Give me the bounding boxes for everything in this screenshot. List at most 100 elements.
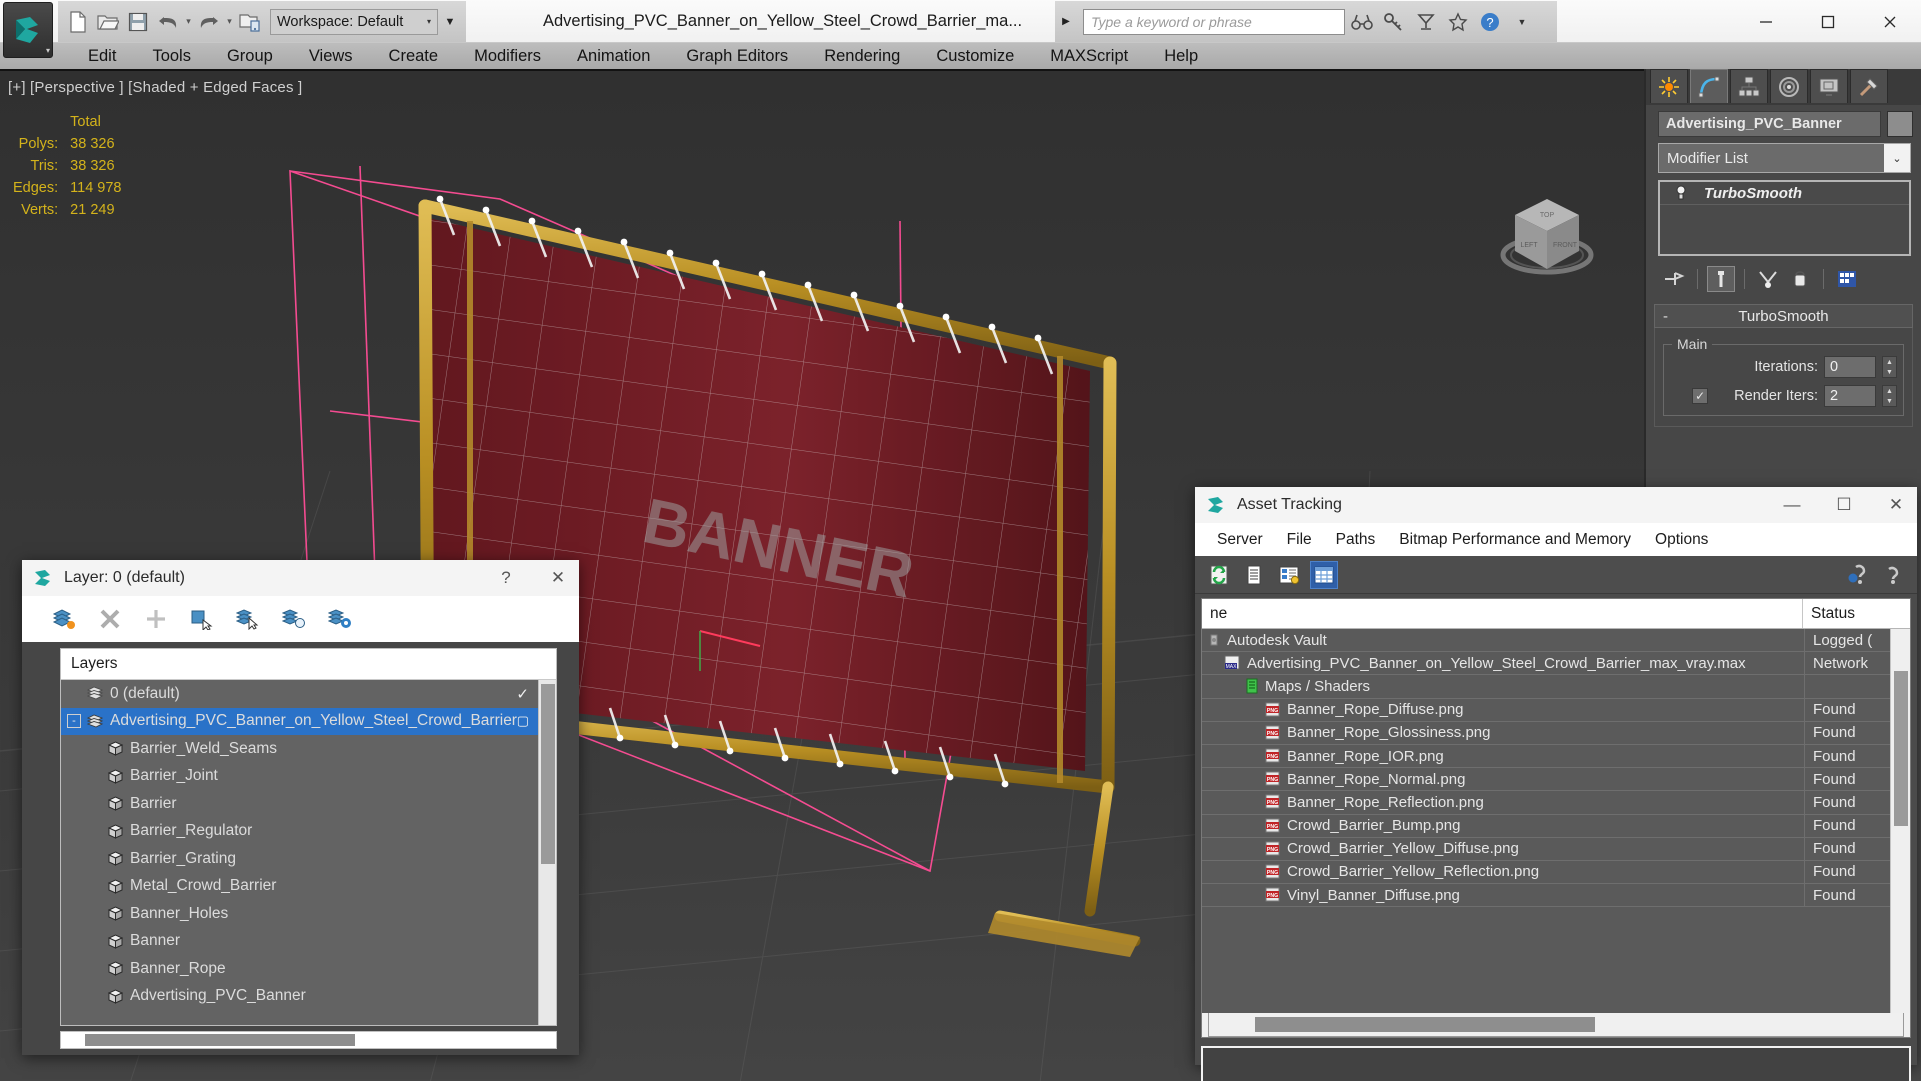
menu-tools[interactable]: Tools <box>134 45 209 68</box>
asset-table[interactable]: ne Status Autodesk Vault Logged (MAX Ad… <box>1201 598 1911 1038</box>
menu-graph-editors[interactable]: Graph Editors <box>668 45 806 68</box>
table-row[interactable]: PNG Banner_Rope_Glossiness.png Found <box>1202 721 1890 745</box>
grid-view-icon[interactable] <box>1310 560 1338 589</box>
pin-stack-icon[interactable] <box>1660 266 1688 292</box>
utilities-tab[interactable] <box>1850 69 1888 103</box>
menu-help[interactable]: Help <box>1146 45 1216 68</box>
list-item[interactable]: Barrier_Weld_Seams <box>61 735 538 763</box>
highlight-selected-objects-icon[interactable] <box>280 605 308 633</box>
table-row[interactable]: PNG Banner_Rope_IOR.png Found <box>1202 744 1890 769</box>
layer-dialog-titlebar[interactable]: Layer: 0 (default) ? ✕ <box>22 560 579 596</box>
binoculars-icon[interactable] <box>1347 6 1377 38</box>
object-name-field[interactable]: Advertising_PVC_Banner <box>1658 111 1881 137</box>
table-row[interactable]: Autodesk Vault Logged ( <box>1202 629 1890 653</box>
viewcube[interactable]: TOP LEFT FRONT <box>1492 183 1602 283</box>
iterations-input[interactable]: 0 <box>1824 356 1876 378</box>
delete-layer-icon[interactable] <box>96 605 124 633</box>
render-iters-spinner[interactable]: ▲ ▼ <box>1882 385 1897 407</box>
list-item[interactable]: 0 (default) ✓ <box>61 680 538 708</box>
scrollbar-thumb[interactable] <box>1255 1017 1595 1032</box>
menu-modifiers[interactable]: Modifiers <box>456 45 559 68</box>
menu-group[interactable]: Group <box>209 45 291 68</box>
layer-dialog[interactable]: Layer: 0 (default) ? ✕ Layers 0 (default… <box>22 560 579 1055</box>
satellite-dish-icon[interactable] <box>1411 6 1441 38</box>
scrollbar-thumb[interactable] <box>1894 671 1908 826</box>
column-header-name[interactable]: ne <box>1202 599 1802 628</box>
close-button[interactable]: ✕ <box>1875 487 1917 523</box>
minimize-button[interactable]: — <box>1771 487 1813 523</box>
help-globe-icon[interactable] <box>1844 561 1872 589</box>
minimize-button[interactable] <box>1735 0 1797 43</box>
table-row[interactable]: PNG Banner_Rope_Normal.png Found <box>1202 768 1890 792</box>
asset-vertical-scrollbar[interactable] <box>1890 629 1910 1013</box>
help-button[interactable]: ? <box>485 560 527 596</box>
list-item[interactable]: Banner_Holes <box>61 900 538 928</box>
layer-horizontal-scrollbar[interactable] <box>60 1031 557 1049</box>
layer-vertical-scrollbar[interactable] <box>538 680 556 1025</box>
help-icon[interactable]: ? <box>1475 6 1505 38</box>
list-item[interactable]: Advertising_PVC_Banner <box>61 983 538 1011</box>
redo-dropdown-arrow[interactable]: ▾ <box>225 7 234 37</box>
asset-menu-bitmap-performance[interactable]: Bitmap Performance and Memory <box>1387 528 1643 552</box>
menu-create[interactable]: Create <box>371 45 457 68</box>
table-row[interactable]: PNG Banner_Rope_Reflection.png Found <box>1202 791 1890 815</box>
modifier-list-dropdown[interactable]: Modifier List ⌄ <box>1658 143 1911 173</box>
render-iters-input[interactable]: 2 <box>1824 385 1876 407</box>
maximize-button[interactable] <box>1797 0 1859 43</box>
modifier-stack[interactable]: TurboSmooth <box>1658 180 1911 256</box>
asset-menu-options[interactable]: Options <box>1643 528 1720 552</box>
close-button[interactable]: ✕ <box>537 560 579 596</box>
undo-icon[interactable] <box>154 7 182 37</box>
layer-toggle-box[interactable]: ▢ <box>517 713 529 729</box>
title-expand-arrow[interactable]: ▶ <box>1055 1 1077 42</box>
list-item[interactable]: Barrier_Grating <box>61 845 538 873</box>
list-item[interactable]: Barrier_Regulator <box>61 818 538 846</box>
layer-list[interactable]: Layers 0 (default) ✓ - Advertising_PVC_B… <box>60 648 557 1026</box>
application-menu-button[interactable]: ▾ <box>3 2 53 58</box>
layer-column-header[interactable]: Layers <box>61 649 556 680</box>
save-file-icon[interactable] <box>124 7 152 37</box>
list-item[interactable]: - Advertising_PVC_Banner_on_Yellow_Steel… <box>61 707 538 735</box>
asset-menu-paths[interactable]: Paths <box>1324 528 1388 552</box>
object-color-swatch[interactable] <box>1887 111 1913 137</box>
help-question-icon[interactable] <box>1879 561 1907 589</box>
rollout-header[interactable]: - TurboSmooth <box>1654 304 1913 328</box>
list-item[interactable]: Barrier <box>61 790 538 818</box>
search-input[interactable]: Type a keyword or phrase <box>1083 8 1345 35</box>
column-header-status[interactable]: Status <box>1802 599 1888 628</box>
project-folder-icon[interactable] <box>236 7 264 37</box>
table-row[interactable]: MAX Advertising_PVC_Banner_on_Yellow_Ste… <box>1202 652 1890 676</box>
create-tab[interactable] <box>1650 69 1688 103</box>
close-button[interactable] <box>1859 0 1921 43</box>
show-end-result-icon[interactable] <box>1707 266 1735 292</box>
list-item[interactable]: Banner_Rope <box>61 955 538 983</box>
table-row[interactable]: PNG Crowd_Barrier_Yellow_Diffuse.png Fou… <box>1202 837 1890 861</box>
menu-rendering[interactable]: Rendering <box>806 45 918 68</box>
asset-menu-file[interactable]: File <box>1275 528 1324 552</box>
workspace-dropdown-button[interactable]: ▼ <box>440 7 460 37</box>
display-tab[interactable] <box>1810 69 1848 103</box>
maximize-button[interactable]: ☐ <box>1823 487 1865 523</box>
list-view-icon[interactable] <box>1240 561 1268 589</box>
workspace-selector[interactable]: Workspace: Default ▾ <box>270 8 438 35</box>
modify-tab[interactable] <box>1690 69 1728 103</box>
asset-horizontal-scrollbar[interactable] <box>1208 1013 1904 1037</box>
table-row[interactable]: PNG Crowd_Barrier_Yellow_Reflection.png … <box>1202 860 1890 885</box>
undo-dropdown-arrow[interactable]: ▾ <box>184 7 193 37</box>
menu-maxscript[interactable]: MAXScript <box>1032 45 1146 68</box>
help-dropdown-arrow[interactable]: ▼ <box>1507 6 1537 38</box>
new-file-icon[interactable] <box>64 7 92 37</box>
add-selection-to-layer-icon[interactable] <box>188 605 216 633</box>
list-item[interactable]: Banner <box>61 928 538 956</box>
table-row[interactable]: PNG Banner_Rope_Diffuse.png Found <box>1202 698 1890 722</box>
menu-edit[interactable]: Edit <box>70 45 134 68</box>
list-item[interactable]: Metal_Crowd_Barrier <box>61 873 538 901</box>
key-icon[interactable] <box>1379 6 1409 38</box>
list-item[interactable]: Barrier_Joint <box>61 763 538 791</box>
create-new-layer-icon[interactable] <box>142 605 170 633</box>
render-iters-checkbox[interactable]: ✓ <box>1692 388 1709 404</box>
configure-modifier-sets-icon[interactable] <box>1833 266 1861 292</box>
modifier-stack-item[interactable]: TurboSmooth <box>1660 182 1909 205</box>
menu-customize[interactable]: Customize <box>918 45 1032 68</box>
make-unique-icon[interactable] <box>1754 266 1782 292</box>
